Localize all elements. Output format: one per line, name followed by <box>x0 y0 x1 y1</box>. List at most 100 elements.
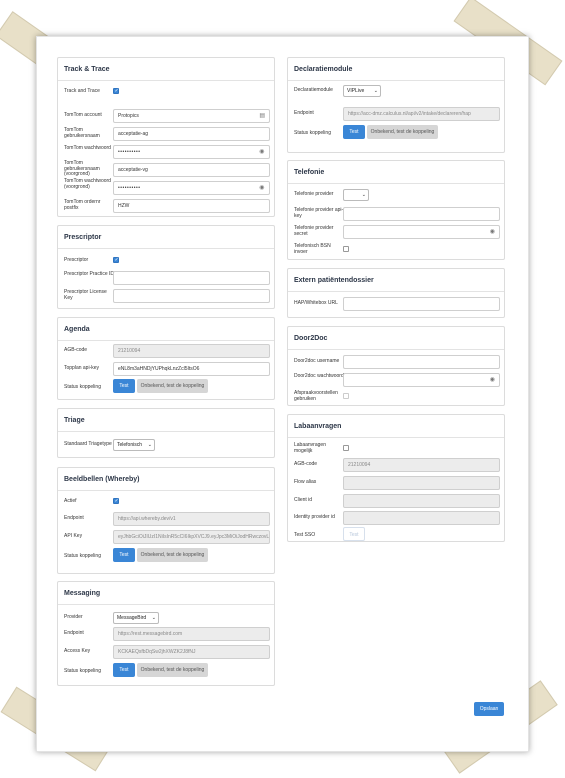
card-extern: Extern patiëntendossier HAP/Whitebox URL <box>287 268 505 318</box>
apikey-label: API Key <box>64 533 83 539</box>
ordernr-label: TomTom ordernr postfix <box>64 199 101 211</box>
pass-field[interactable]: ◉ <box>343 373 500 387</box>
card-track-trace: Track & Trace Track and Trace TomTom acc… <box>57 57 275 217</box>
endpoint-value: https://acc-dmz.calculus.nl/api/v2/intak… <box>348 111 471 117</box>
pass-vg-label: TomTom wachtwoord (voorgrond) <box>64 178 111 190</box>
mogelijk-label: Labaanvragen mogelijk <box>294 442 326 454</box>
status-label: Status koppeling <box>294 130 331 136</box>
track-checkbox[interactable] <box>113 88 119 94</box>
triagetype-select[interactable]: Telefonisch ⌄ <box>113 439 155 451</box>
access-field: KCKAEQsfbDqSw2jhXWZK2J8fNJ <box>113 645 270 659</box>
module-select[interactable]: VIPLive ⌄ <box>343 85 381 97</box>
card-title: Track & Trace <box>58 58 274 81</box>
access-value: KCKAEQsfbDqSw2jhXWZK2J8fNJ <box>118 649 196 655</box>
card-title: Telefonie <box>288 161 504 184</box>
flow-field <box>343 476 500 490</box>
provider-select[interactable]: MessageBird ⌄ <box>113 612 159 624</box>
status-badge: Onbekend, test de koppeling <box>137 379 208 393</box>
eye-icon[interactable]: ◉ <box>259 185 265 191</box>
user-vg-field[interactable]: acceptatie-vg <box>113 163 270 177</box>
user-field[interactable]: acceptatie-ag <box>113 127 270 141</box>
endpoint-field: https://rest.messagebird.com <box>113 627 270 641</box>
provider-label: Provider <box>64 614 83 620</box>
triagetype-label: Standaard Triagetype <box>64 441 112 447</box>
eye-icon[interactable]: ◉ <box>490 229 495 235</box>
user-vg-label: TomTom gebruikersnaam (voorgrond) <box>64 160 100 177</box>
user-label: Door2doc username <box>294 358 340 364</box>
agb-value: 21210094 <box>118 348 141 354</box>
card-title: Messaging <box>58 582 274 605</box>
card-title: Labaanvragen <box>288 415 504 438</box>
card-title: Extern patiëntendossier <box>288 269 504 292</box>
secret-label: Telefonie provider secret <box>294 225 334 237</box>
card-title: Declaratiemodule <box>288 58 504 81</box>
module-value: VIPLive <box>347 88 365 94</box>
endpoint-value: https://rest.messagebird.com <box>118 631 183 637</box>
license-label: Prescriptor License Key <box>64 289 107 301</box>
prescriptor-label: Prescriptor <box>64 257 89 263</box>
ordernr-field[interactable]: HZW <box>113 199 270 213</box>
test-button[interactable]: Test <box>113 548 135 562</box>
card-agenda: Agenda AGB-code 21210094 Topplan api-key… <box>57 317 275 400</box>
url-label: HAP/Whitebox URL <box>294 300 338 306</box>
practice-field[interactable] <box>113 271 270 285</box>
eye-icon[interactable]: ◉ <box>259 149 265 155</box>
pass-value: •••••••••• <box>118 149 141 155</box>
endpoint-label: Endpoint <box>294 110 314 116</box>
api-field[interactable]: eNL8m3aHNDjYUPhqkLnzZcl5ItsO6 <box>113 362 270 376</box>
user-value: acceptatie-ag <box>118 131 149 137</box>
prescriptor-checkbox[interactable] <box>113 257 119 263</box>
agb-field: 21210094 <box>113 344 270 358</box>
apikey-field[interactable] <box>343 207 500 221</box>
pass-vg-field[interactable]: •••••••••• ◉ <box>113 181 270 195</box>
bsn-checkbox[interactable] <box>343 246 349 252</box>
module-label: Declaratiemodule <box>294 87 333 93</box>
practice-label: Prescriptor Practice ID <box>64 271 115 277</box>
afspraak-label: Afspraakvoorstellen gebruiken <box>294 390 338 402</box>
actief-checkbox[interactable] <box>113 498 119 504</box>
test-button[interactable]: Test <box>113 379 135 393</box>
triagetype-value: Telefonisch <box>117 442 143 448</box>
provider-select[interactable]: ⌄ <box>343 189 369 201</box>
test-button[interactable]: Test <box>113 663 135 677</box>
pass-field[interactable]: •••••••••• ◉ <box>113 145 270 159</box>
sso-label: Test SSO <box>294 532 316 538</box>
card-prescriptor: Prescriptor Prescriptor Prescriptor Prac… <box>57 225 275 309</box>
status-label: Status koppeling <box>64 553 101 559</box>
eye-icon[interactable]: ◉ <box>490 377 495 383</box>
settings-page: Track & Trace Track and Trace TomTom acc… <box>36 36 529 752</box>
identity-field <box>343 511 500 525</box>
status-label: Status koppeling <box>64 384 101 390</box>
card-title: Prescriptor <box>58 226 274 249</box>
secret-field[interactable]: ◉ <box>343 225 500 239</box>
card-triage: Triage Standaard Triagetype Telefonisch … <box>57 408 275 458</box>
card-title: Agenda <box>58 318 274 341</box>
client-label: Client id <box>294 497 313 503</box>
pass-vg-value: •••••••••• <box>118 185 141 191</box>
account-value: Protopics <box>118 113 139 119</box>
card-declaratie: Declaratiemodule Declaratiemodule VIPLiv… <box>287 57 505 153</box>
track-label: Track and Trace <box>64 88 100 94</box>
actief-label: Actief <box>64 498 77 504</box>
card-title: Door2Doc <box>288 327 504 350</box>
apikey-value: eyJhbGciOiJIUzI1NiIsInR5cCI6IkpXVCJ9.eyJ… <box>118 534 270 540</box>
save-button[interactable]: Opslaan <box>474 702 504 716</box>
ordernr-value: HZW <box>118 203 130 209</box>
account-field[interactable]: Protopics ▤ <box>113 109 270 123</box>
card-messaging: Messaging Provider MessageBird ⌄ Endpoin… <box>57 581 275 686</box>
list-icon[interactable]: ▤ <box>259 113 265 119</box>
status-badge: Onbekend, test de koppeling <box>137 548 208 562</box>
agb-field: 21210094 <box>343 458 500 472</box>
license-field[interactable] <box>113 289 270 303</box>
mogelijk-checkbox[interactable] <box>343 445 349 451</box>
sso-test-button[interactable]: Test <box>343 527 365 541</box>
test-button[interactable]: Test <box>343 125 365 139</box>
user-field[interactable] <box>343 355 500 369</box>
agb-value: 21210094 <box>348 462 371 468</box>
card-title: Beeldbellen (Whereby) <box>58 468 274 491</box>
url-field[interactable] <box>343 297 500 311</box>
chevron-down-icon: ⌄ <box>147 442 152 448</box>
account-label: TomTom account <box>64 112 102 118</box>
status-label: Status koppeling <box>64 668 101 674</box>
afspraak-checkbox <box>343 393 349 399</box>
